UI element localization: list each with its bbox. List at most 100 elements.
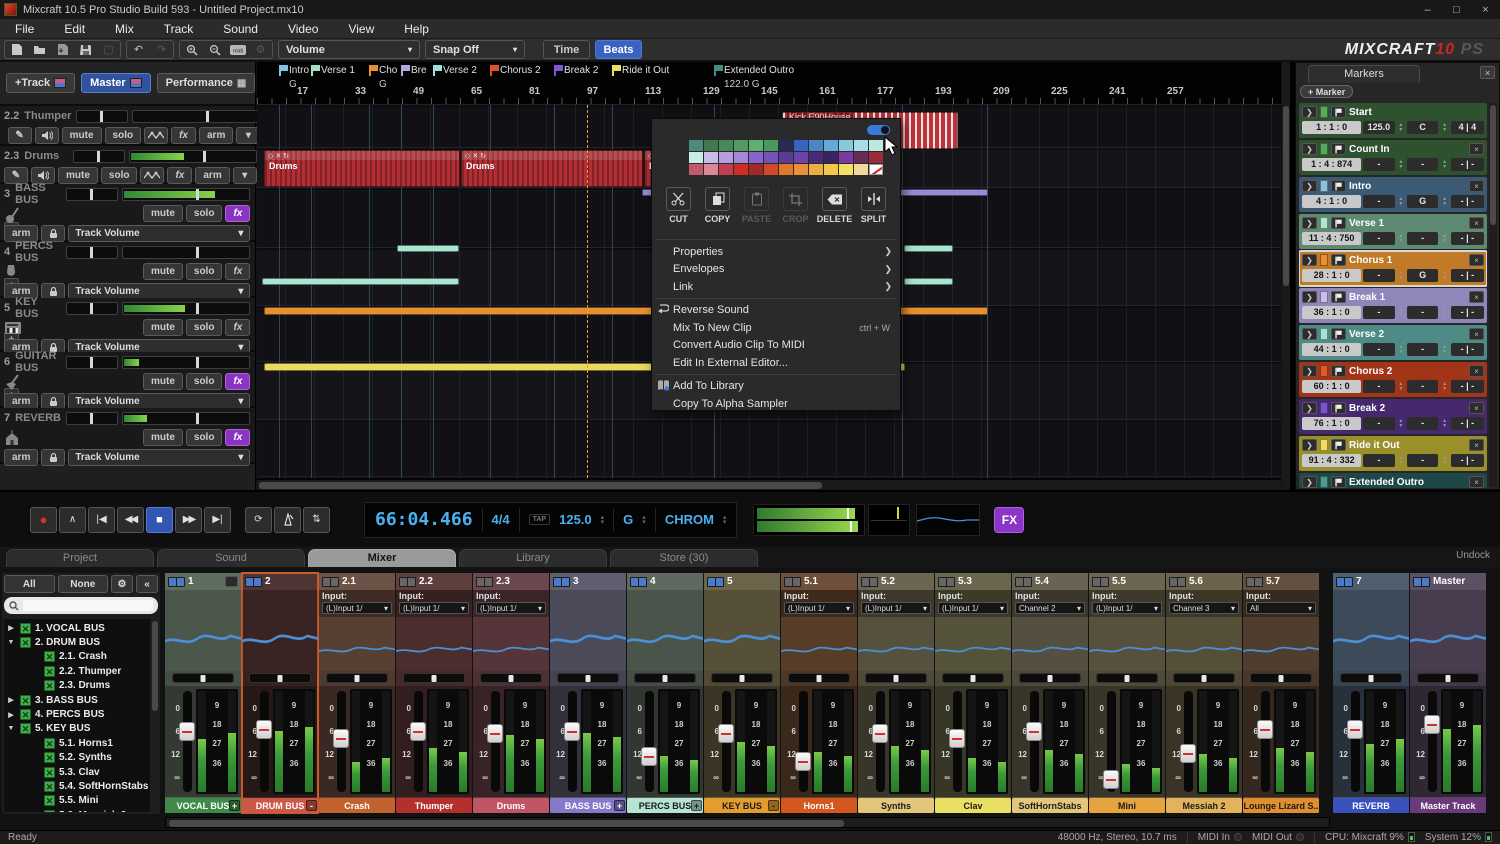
tab-sound[interactable]: Sound (157, 549, 305, 567)
channel-pan-slider[interactable] (711, 673, 773, 683)
color-swatch[interactable] (734, 140, 748, 151)
scale-spinner[interactable]: ▴▾ (723, 515, 727, 525)
ruler-marker-verse-2[interactable]: Verse 2 (433, 65, 477, 76)
mute-button[interactable]: mute (143, 263, 183, 280)
mixer-strip-5-4[interactable]: 5.4Input:Channel 2▾0612∞9182736SoftHornS… (1012, 573, 1088, 813)
add-track-button[interactable]: +Track (6, 73, 75, 93)
tab-time[interactable]: Time (543, 40, 590, 59)
input-dropdown[interactable]: (L)Input 1/▾ (476, 602, 546, 614)
copy-button[interactable]: COPY (699, 187, 736, 224)
tree-item-5-4-softhornstabs[interactable]: ✕5.4. SoftHornStabs (6, 779, 150, 793)
color-swatch[interactable] (689, 140, 703, 151)
color-swatch[interactable] (764, 140, 778, 151)
solo-button[interactable]: solo (105, 127, 142, 144)
tempo-spinner[interactable]: ▲▼ (1397, 380, 1405, 393)
channel-name-label[interactable]: Messiah 2 (1166, 798, 1242, 813)
marker-position[interactable]: 1 : 1 : 0 (1302, 121, 1361, 134)
filter-none-button[interactable]: None (58, 575, 109, 593)
color-swatch[interactable] (734, 164, 748, 175)
marker-color-swatch[interactable] (1320, 328, 1328, 340)
marker-time-signature[interactable]: - | - (1451, 380, 1484, 393)
loop-button[interactable]: ⟳ (245, 507, 272, 533)
color-swatch[interactable] (854, 140, 868, 151)
color-swatch[interactable] (854, 152, 868, 163)
mixer-strip-master[interactable]: Master0612∞9182736Master Track (1410, 573, 1486, 813)
solo-button[interactable]: solo (101, 167, 138, 184)
marker-position[interactable]: 1 : 4 : 874 (1302, 158, 1361, 171)
clip-drums[interactable]: ◇ ✕ ↻Drums (461, 150, 643, 187)
tree-checkbox[interactable]: ✕ (44, 795, 55, 806)
marker-color-swatch[interactable] (1320, 291, 1328, 303)
track-speaker-button[interactable] (35, 127, 59, 144)
marker-time-signature[interactable]: - | - (1451, 195, 1484, 208)
marker-tempo[interactable]: - (1363, 380, 1394, 393)
key-spinner[interactable]: ▲▼ (1440, 158, 1448, 171)
marker-position[interactable]: 44 : 1 : 0 (1302, 343, 1361, 356)
tree-checkbox[interactable]: ✕ (44, 810, 55, 812)
color-swatch[interactable] (824, 152, 838, 163)
input-dropdown[interactable]: (L)Input 1/▾ (784, 602, 854, 614)
split-button[interactable]: SPLIT (855, 187, 892, 224)
key-spinner[interactable]: ▲▼ (1440, 269, 1448, 282)
marker-color-swatch[interactable] (1320, 143, 1328, 155)
track-volume-slider[interactable] (122, 188, 250, 201)
track-pan-slider[interactable] (66, 356, 118, 369)
marker-color-swatch[interactable] (1320, 365, 1328, 377)
marker-row-verse-2[interactable]: ❯Verse 2×44 : 1 : 0-▲▼-▲▼- | - (1299, 325, 1487, 360)
color-swatch[interactable] (704, 140, 718, 151)
fx-button[interactable]: fx (225, 429, 250, 446)
track-automation-dropdown[interactable]: Track Volume▾ (68, 225, 250, 242)
track-row-7[interactable]: 7REVERBmutesolofxarmTrack Volume▾ (0, 408, 255, 464)
channel-pan-slider[interactable] (557, 673, 619, 683)
key-spinner[interactable]: ▲▼ (1440, 454, 1448, 467)
channel-fader[interactable] (1030, 691, 1039, 792)
mixer-strip-5-3[interactable]: 5.3Input:(L)Input 1/▾0612∞9182736Clav (935, 573, 1011, 813)
tree-checkbox[interactable]: ✕ (44, 752, 55, 763)
fader-handle[interactable] (410, 722, 426, 741)
channel-pan-slider[interactable] (788, 673, 850, 683)
channel-pan-slider[interactable] (326, 673, 388, 683)
marker-tempo[interactable]: - (1363, 269, 1394, 282)
key-readout[interactable]: G (623, 512, 633, 527)
track-volume-slider[interactable] (122, 412, 250, 425)
channel-extra-icon[interactable] (225, 576, 238, 587)
tree-right-arrow-icon[interactable]: ▶ (6, 624, 16, 632)
fader-handle[interactable] (487, 724, 503, 743)
menu-item-envelopes[interactable]: Envelopes❯ (652, 261, 900, 278)
marker-time-signature[interactable]: - | - (1451, 343, 1484, 356)
channel-name-label[interactable]: KEY BUS- (704, 798, 780, 813)
channel-fader[interactable] (1428, 691, 1437, 792)
mixer-strip-2-3[interactable]: 2.3Input:(L)Input 1/▾0612∞9182736Drums (473, 573, 549, 813)
color-swatch[interactable] (839, 152, 853, 163)
tempo-spinner[interactable]: ▲▼ (1397, 417, 1405, 430)
scale-mode-readout[interactable]: CHROM (665, 512, 714, 527)
channel-name-label[interactable]: Master Track (1410, 798, 1486, 813)
settings-icon[interactable]: ⚙ (249, 41, 272, 58)
metronome-button[interactable] (274, 507, 301, 533)
channel-pan-slider[interactable] (1250, 673, 1312, 683)
mixer-strip-2-2[interactable]: 2.2Input:(L)Input 1/▾0612∞9182736Thumper (396, 573, 472, 813)
menu-item-reverse-sound[interactable]: Reverse Sound (652, 302, 900, 319)
fader-handle[interactable] (872, 724, 888, 743)
channel-fader[interactable] (876, 691, 885, 792)
marker-delete-button[interactable]: × (1469, 439, 1484, 451)
input-dropdown[interactable]: Channel 3▾ (1169, 602, 1239, 614)
tree-checkbox[interactable]: ✕ (44, 767, 55, 778)
record-button[interactable]: ● (30, 507, 57, 533)
mixer-strip-1[interactable]: 10612∞9182736VOCAL BUS+ (165, 573, 241, 813)
ruler-marker-chorus-2[interactable]: Chorus 2 (490, 65, 541, 76)
tree-scrollbar[interactable] (151, 619, 159, 812)
zoom-out-icon[interactable] (203, 41, 226, 58)
tab-mixer[interactable]: Mixer (308, 549, 456, 567)
input-dropdown[interactable]: (L)Input 1/▾ (322, 602, 392, 614)
channel-fader[interactable] (1351, 691, 1360, 792)
marker-tempo[interactable]: - (1363, 232, 1394, 245)
marker-expand-button[interactable]: ❯ (1302, 402, 1317, 414)
channel-collapse-toggle[interactable]: - (768, 800, 779, 811)
markers-scrollbar[interactable] (1489, 103, 1497, 487)
fader-handle[interactable] (1347, 720, 1363, 739)
marker-expand-button[interactable]: ❯ (1302, 254, 1317, 266)
track-chevron-button[interactable]: ▾ (233, 167, 257, 184)
marker-time-signature[interactable]: - | - (1451, 417, 1484, 430)
color-swatch[interactable] (839, 140, 853, 151)
